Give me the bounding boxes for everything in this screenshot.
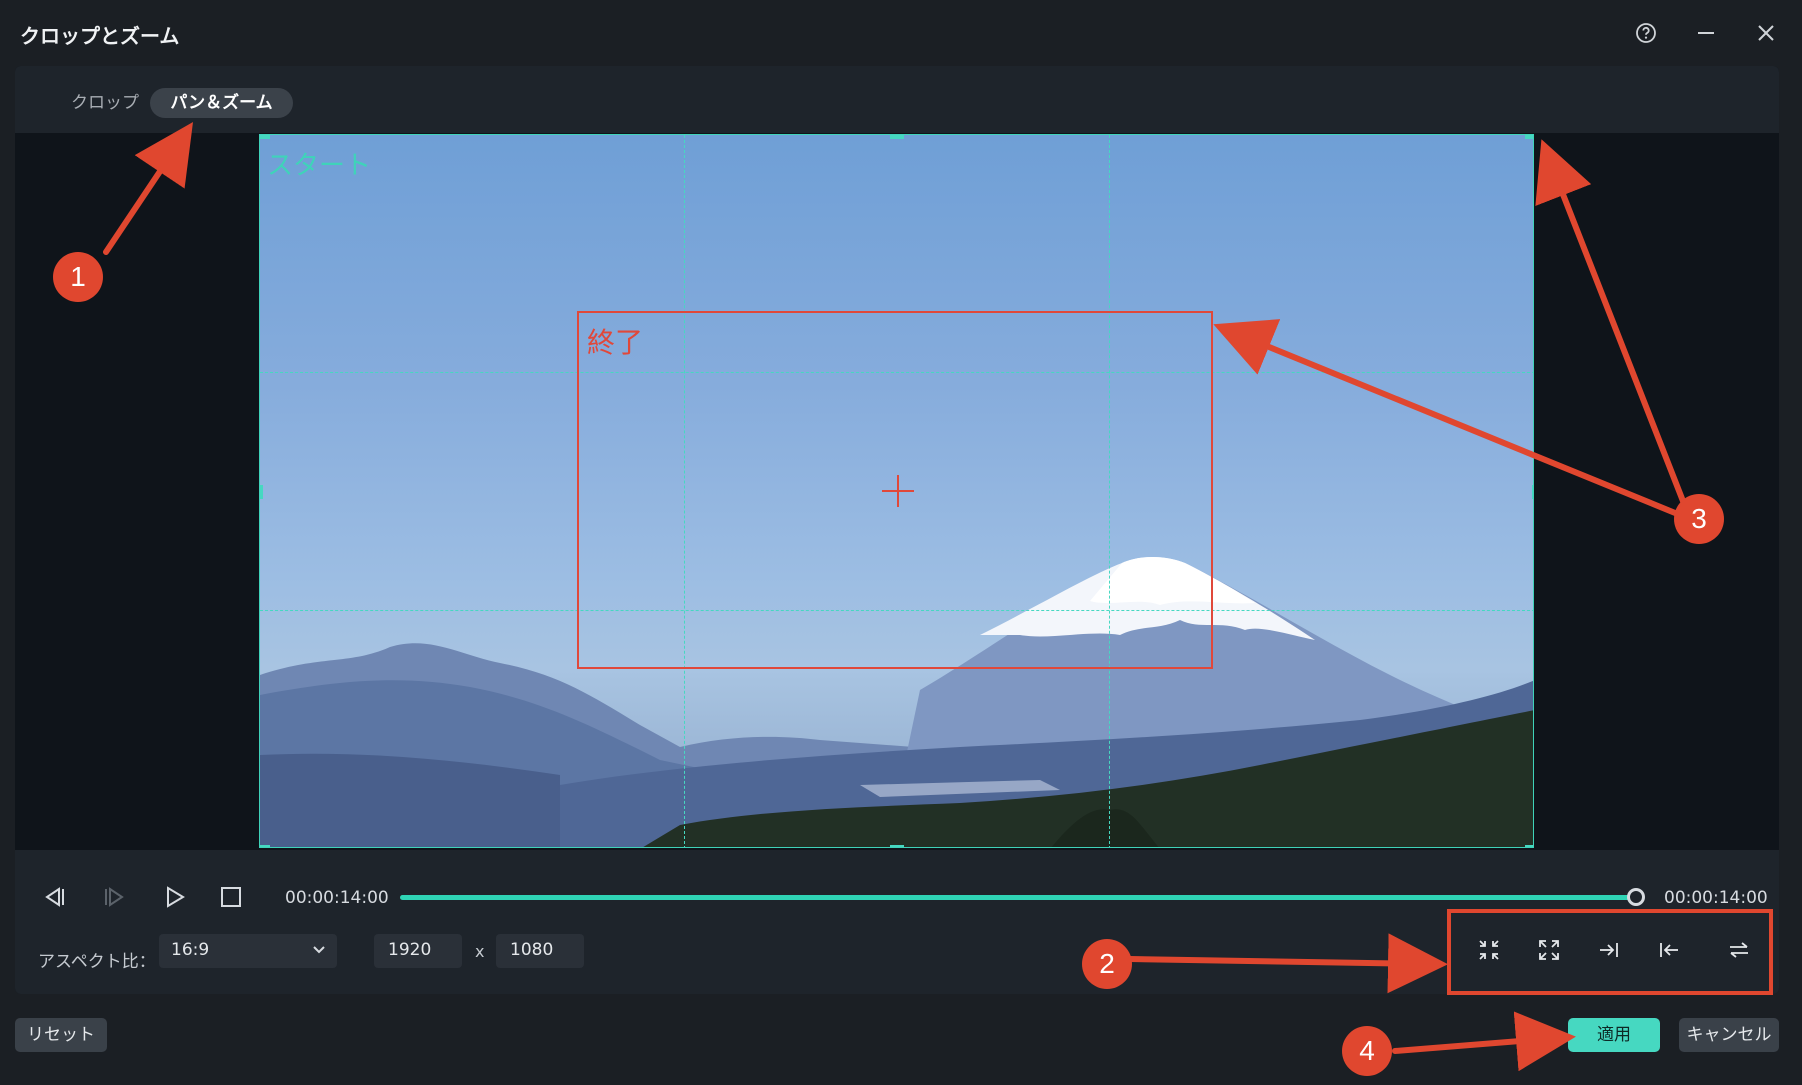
chevron-down-icon	[313, 946, 325, 954]
play-icon	[167, 886, 185, 908]
minimize-button[interactable]	[1690, 17, 1722, 49]
title-bar: クロップとズーム	[0, 0, 1802, 66]
next-frame-button[interactable]	[100, 882, 130, 912]
resize-handle[interactable]	[1532, 485, 1533, 499]
minimize-icon	[1698, 32, 1714, 34]
step-badge-4: 4	[1342, 1026, 1392, 1076]
end-frame-label: 終了	[587, 326, 644, 359]
tab-bar: クロップ パン＆ズーム	[15, 66, 1779, 133]
aspect-ratio-select[interactable]: 16:9	[159, 934, 337, 968]
close-icon	[1758, 25, 1774, 41]
help-button[interactable]	[1630, 17, 1662, 49]
swap-icon	[1730, 942, 1748, 958]
end-frame[interactable]: 終了	[577, 311, 1213, 669]
dimension-separator: x	[475, 942, 485, 961]
shrink-button[interactable]	[1471, 932, 1507, 968]
total-time: 00:00:14:00	[1664, 888, 1768, 908]
aspect-ratio-label: アスペクト比：	[38, 952, 156, 972]
tab-pan-zoom[interactable]: パン＆ズーム	[150, 88, 293, 118]
align-to-end-button[interactable]	[1591, 932, 1627, 968]
resize-handle[interactable]	[1525, 845, 1533, 847]
swap-button[interactable]	[1721, 932, 1757, 968]
stop-icon	[221, 887, 241, 907]
expand-button[interactable]	[1531, 932, 1567, 968]
step-badge-1: 1	[53, 252, 103, 302]
resize-handle[interactable]	[890, 135, 904, 139]
shrink-icon	[1479, 940, 1499, 960]
step-back-icon	[45, 887, 64, 907]
window-title: クロップとズーム	[20, 24, 180, 48]
align-to-start-button[interactable]	[1651, 932, 1687, 968]
aspect-ratio-value: 16:9	[171, 940, 210, 960]
resize-handle[interactable]	[890, 845, 904, 847]
pan-zoom-tools	[1448, 910, 1774, 994]
start-frame-label: スタート	[267, 151, 372, 181]
step-forward-icon	[105, 887, 124, 907]
crop-zoom-dialog: クロップとズーム クロップ パン＆ズーム スタート 終了 00:00:14:00…	[0, 0, 1802, 1085]
align-to-start-icon	[1660, 943, 1678, 957]
prev-frame-button[interactable]	[39, 882, 69, 912]
current-time: 00:00:14:00	[285, 888, 389, 908]
apply-button[interactable]: 適用	[1568, 1018, 1660, 1052]
width-field[interactable]: 1920	[374, 934, 462, 968]
tab-crop[interactable]: クロップ	[55, 88, 155, 118]
video-preview[interactable]: スタート 終了	[259, 134, 1534, 848]
height-field[interactable]: 1080	[496, 934, 584, 968]
timeline-slider[interactable]	[400, 895, 1630, 900]
step-badge-2: 2	[1082, 939, 1132, 989]
stop-button[interactable]	[216, 882, 246, 912]
step-badge-3: 3	[1674, 494, 1724, 544]
resize-handle[interactable]	[260, 485, 263, 499]
play-button[interactable]	[160, 882, 190, 912]
reset-button[interactable]: リセット	[15, 1018, 107, 1052]
help-circle-icon	[1636, 23, 1656, 43]
expand-icon	[1539, 940, 1559, 960]
resize-handle[interactable]	[260, 135, 270, 139]
center-crosshair-icon	[882, 475, 914, 507]
resize-handle[interactable]	[1525, 135, 1533, 139]
cancel-button[interactable]: キャンセル	[1679, 1018, 1779, 1052]
close-button[interactable]	[1750, 17, 1782, 49]
resize-handle[interactable]	[260, 845, 270, 847]
align-to-end-icon	[1600, 943, 1618, 957]
timeline-knob[interactable]	[1627, 888, 1645, 906]
